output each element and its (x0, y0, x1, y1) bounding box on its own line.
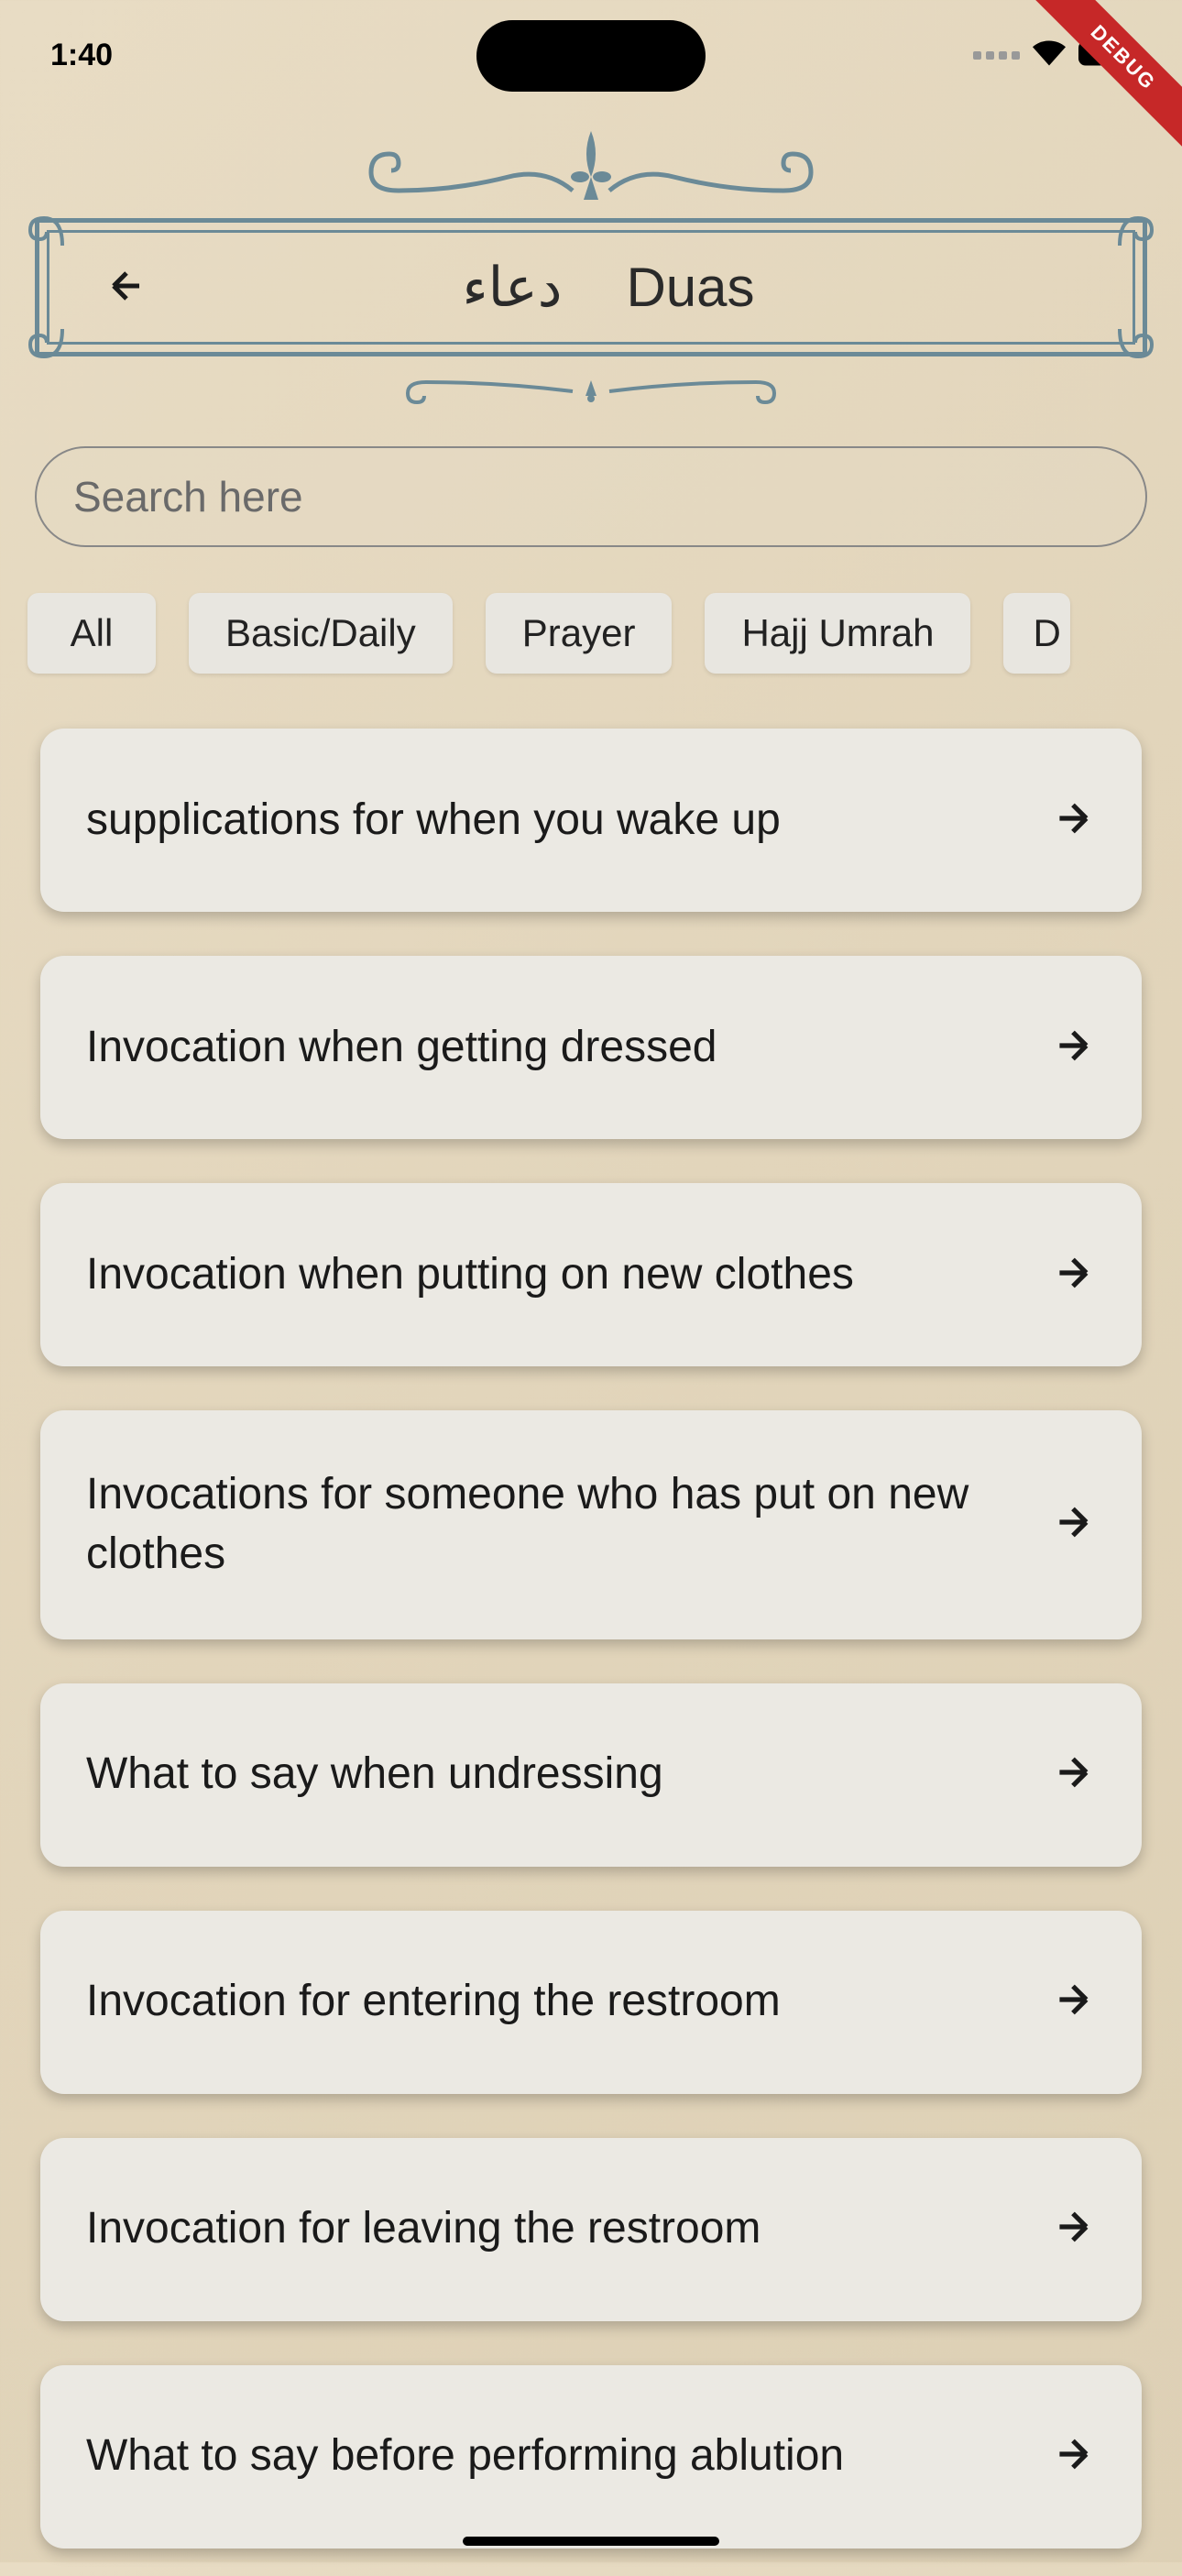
list-item[interactable]: Invocation for leaving the restroom (40, 2138, 1142, 2321)
list-item-title: Invocation when getting dressed (86, 1018, 1050, 1078)
search-input[interactable] (35, 446, 1147, 547)
corner-ornament-icon (21, 204, 67, 250)
ornament-bottom (0, 364, 1182, 419)
corner-ornament-icon (1115, 324, 1161, 370)
list-item[interactable]: Invocation when getting dressed (40, 956, 1142, 1139)
list-item-title: Invocations for someone who has put on n… (86, 1465, 1050, 1584)
corner-ornament-icon (21, 324, 67, 370)
arrow-right-icon (1050, 2431, 1096, 2482)
arrow-right-icon (1050, 1749, 1096, 1800)
list-item[interactable]: Invocations for someone who has put on n… (40, 1410, 1142, 1639)
list-item[interactable]: supplications for when you wake up (40, 729, 1142, 912)
arrow-right-icon (1050, 1250, 1096, 1300)
list-item[interactable]: What to say when undressing (40, 1683, 1142, 1867)
arrow-left-icon (104, 297, 148, 311)
list-item-title: Invocation when putting on new clothes (86, 1245, 1050, 1305)
filter-chip-all[interactable]: All (27, 593, 156, 674)
list-item-title: supplications for when you wake up (86, 791, 1050, 850)
list-item-title: What to say when undressing (86, 1745, 1050, 1804)
arrow-right-icon (1050, 1023, 1096, 1073)
cellular-icon (973, 51, 1020, 60)
dua-list: supplications for when you wake up Invoc… (0, 701, 1182, 2576)
home-indicator[interactable] (463, 2537, 719, 2546)
arrow-right-icon (1050, 1499, 1096, 1550)
arrow-right-icon (1050, 2204, 1096, 2254)
wifi-icon (1033, 40, 1066, 71)
status-time: 1:40 (50, 38, 113, 73)
notch (476, 20, 706, 92)
search-container (35, 446, 1147, 547)
filter-chip-prayer[interactable]: Prayer (486, 593, 673, 674)
filter-chip-hajj-umrah[interactable]: Hajj Umrah (705, 593, 970, 674)
list-item-title: Invocation for entering the restroom (86, 1972, 1050, 2032)
title-frame: دعاء Duas (35, 218, 1147, 356)
arrow-right-icon (1050, 1977, 1096, 2027)
list-item-title: Invocation for leaving the restroom (86, 2199, 1050, 2259)
list-item[interactable]: Invocation when putting on new clothes (40, 1183, 1142, 1366)
list-item[interactable]: What to say before performing ablution (40, 2365, 1142, 2549)
status-bar: 1:40 (0, 0, 1182, 101)
page-title-english: Duas (626, 256, 754, 319)
page-title-arabic: دعاء (462, 256, 562, 320)
filter-chip-partial[interactable]: D (1003, 593, 1069, 674)
filter-chip-basic-daily[interactable]: Basic/Daily (189, 593, 453, 674)
arrow-right-icon (1050, 795, 1096, 846)
list-item-title: What to say before performing ablution (86, 2427, 1050, 2486)
filter-row[interactable]: All Basic/Daily Prayer Hajj Umrah D (0, 547, 1182, 701)
list-item[interactable]: Invocation for entering the restroom (40, 1911, 1142, 2094)
corner-ornament-icon (1115, 204, 1161, 250)
back-button[interactable] (95, 255, 158, 320)
ornament-top (0, 126, 1182, 218)
